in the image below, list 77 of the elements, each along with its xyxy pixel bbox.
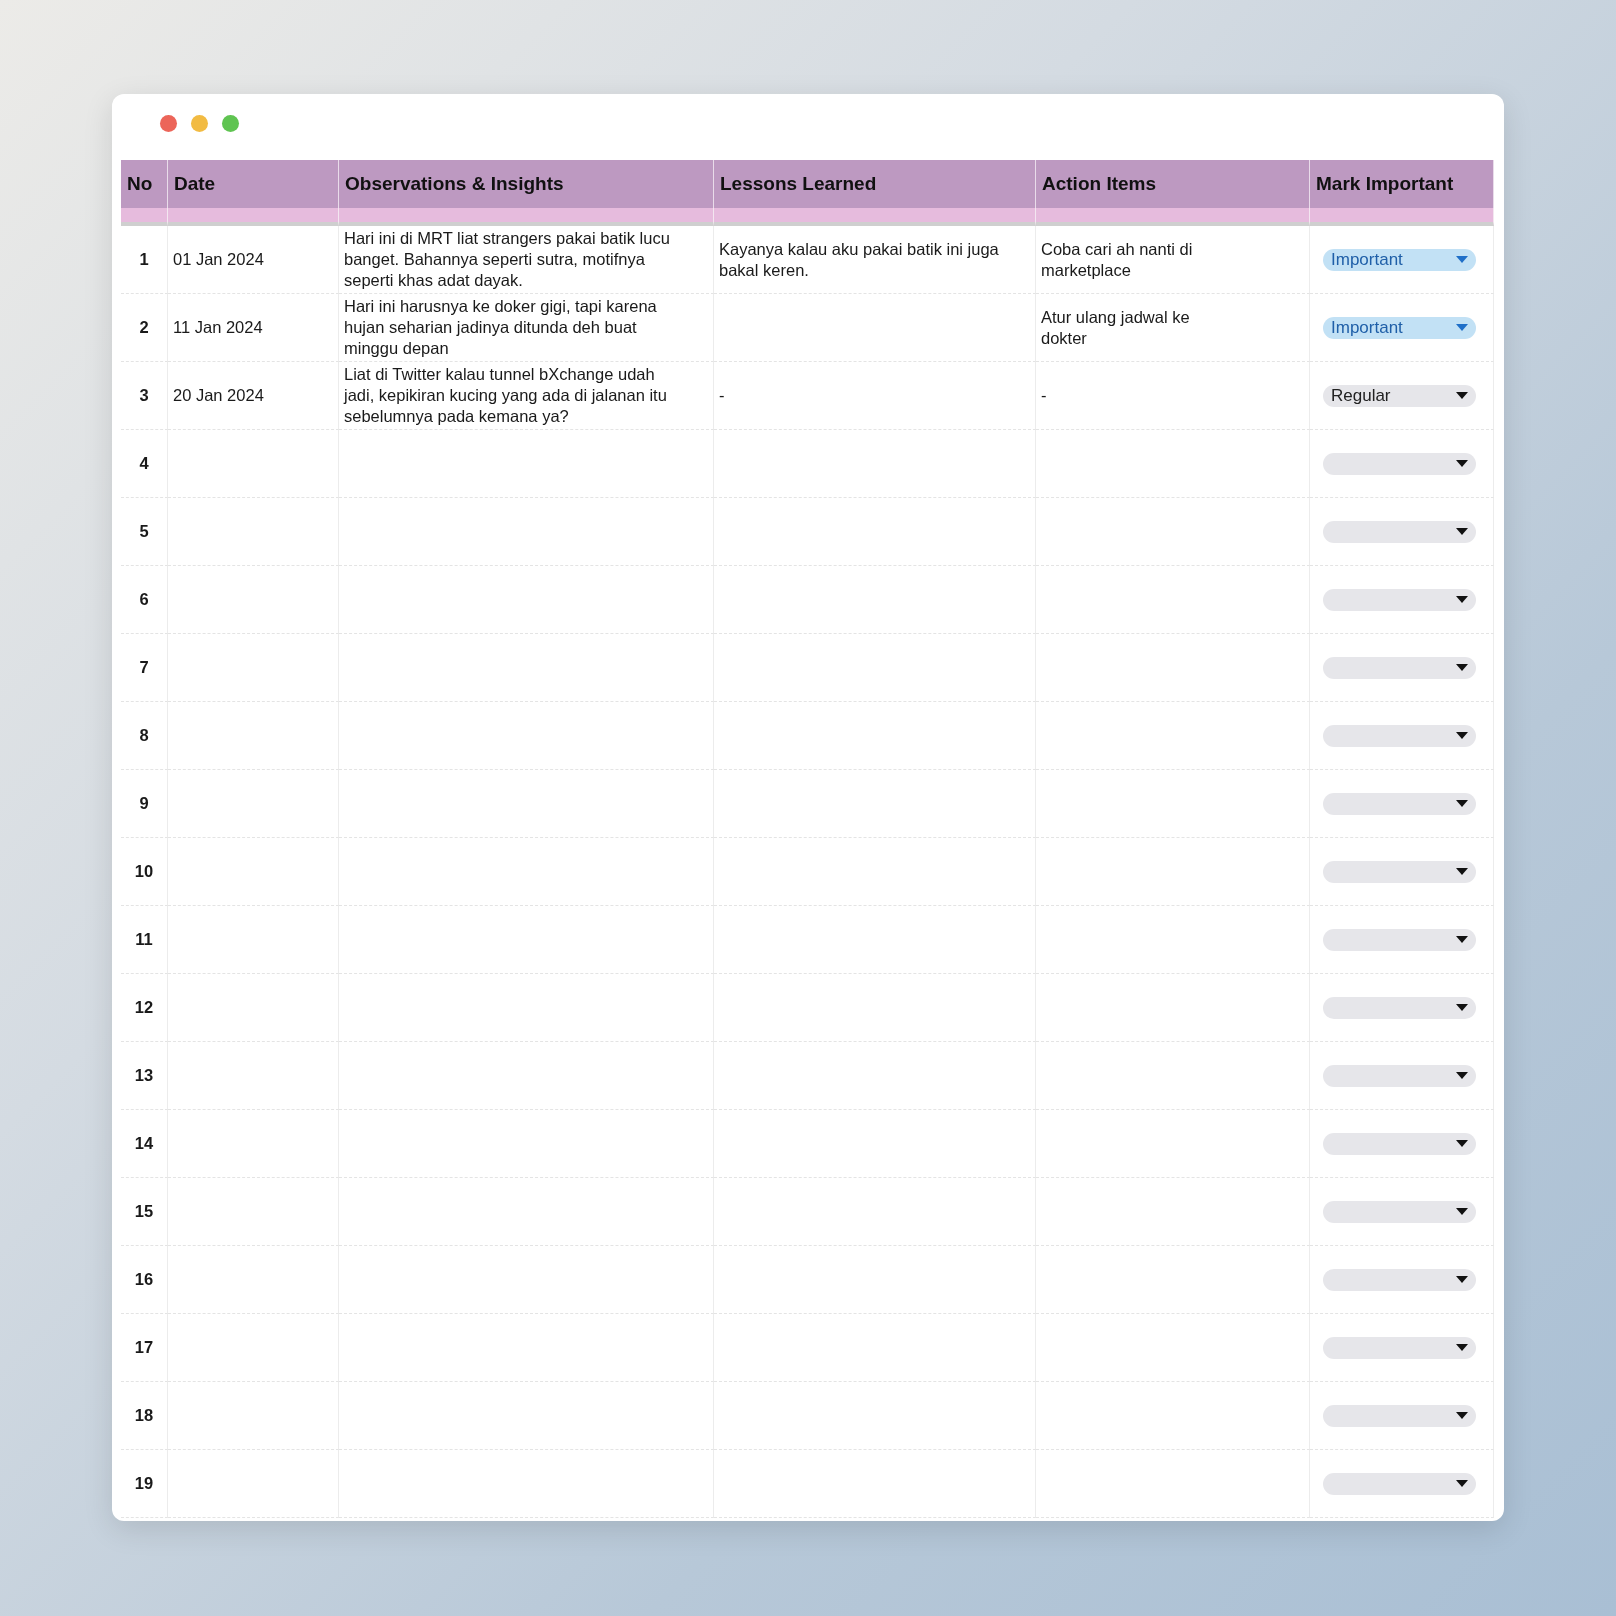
row-number: 11 <box>121 906 168 974</box>
caret-icon <box>1456 460 1468 467</box>
caret-icon <box>1456 392 1468 399</box>
caret-icon <box>1456 1344 1468 1351</box>
caret-icon <box>1456 1412 1468 1419</box>
importance-dropdown[interactable] <box>1323 724 1476 747</box>
importance-dropdown[interactable] <box>1323 1472 1476 1495</box>
row-number: 14 <box>121 1110 168 1178</box>
row-number: 16 <box>121 1246 168 1314</box>
caret-icon <box>1456 800 1468 807</box>
table-cell: Kayanya kalau aku pakai batik ini juga bakal keren. <box>714 226 1036 294</box>
importance-dropdown[interactable]: Important <box>1323 316 1476 339</box>
zoom-button[interactable] <box>222 114 239 132</box>
table-cell: Hari ini harusnya ke doker gigi, tapi karena hujan seharian jadinya ditunda deh buat minggu depan <box>339 294 714 362</box>
caret-icon <box>1456 1072 1468 1079</box>
row-number: 3 <box>121 362 168 430</box>
importance-dropdown[interactable] <box>1323 1268 1476 1291</box>
column-header: Mark Important <box>1310 160 1494 208</box>
importance-dropdown[interactable] <box>1323 588 1476 611</box>
row-number: 10 <box>121 838 168 906</box>
importance-dropdown[interactable] <box>1323 860 1476 883</box>
column-header: Lessons Learned <box>714 160 1036 208</box>
row-number: 17 <box>121 1314 168 1382</box>
row-number: 6 <box>121 566 168 634</box>
table-cell: Atur ulang jadwal ke dokter <box>1036 294 1310 362</box>
row-number: 5 <box>121 498 168 566</box>
row-number: 1 <box>121 226 168 294</box>
column-header: No <box>121 160 168 208</box>
caret-icon <box>1456 1004 1468 1011</box>
caret-icon <box>1456 324 1468 331</box>
row-number: 2 <box>121 294 168 362</box>
importance-dropdown[interactable] <box>1323 1336 1476 1359</box>
caret-icon <box>1456 1140 1468 1147</box>
table-cell: Coba cari ah nanti di marketplace <box>1036 226 1310 294</box>
row-number: 18 <box>121 1382 168 1450</box>
table-cell: 01 Jan 2024 <box>168 226 339 294</box>
row-number: 4 <box>121 430 168 498</box>
column-header: Observations & Insights <box>339 160 714 208</box>
close-button[interactable] <box>160 114 177 132</box>
table-cell: Liat di Twitter kalau tunnel bXchange udah jadi, kepikiran kucing yang ada di jalanan itu sebelumnya pada kemana ya? <box>339 362 714 430</box>
caret-icon <box>1456 1480 1468 1487</box>
importance-dropdown[interactable]: Important <box>1323 248 1476 271</box>
caret-icon <box>1456 868 1468 875</box>
caret-icon <box>1456 664 1468 671</box>
row-number: 12 <box>121 974 168 1042</box>
table-cell: 20 Jan 2024 <box>168 362 339 430</box>
row-number: 8 <box>121 702 168 770</box>
caret-icon <box>1456 528 1468 535</box>
importance-dropdown[interactable] <box>1323 452 1476 475</box>
importance-dropdown[interactable] <box>1323 996 1476 1019</box>
caret-icon <box>1456 256 1468 263</box>
column-header: Action Items <box>1036 160 1310 208</box>
importance-dropdown[interactable] <box>1323 1200 1476 1223</box>
importance-dropdown[interactable] <box>1323 792 1476 815</box>
table-cell: 11 Jan 2024 <box>168 294 339 362</box>
table-cell: - <box>1036 362 1310 430</box>
row-number: 13 <box>121 1042 168 1110</box>
minimize-button[interactable] <box>191 114 208 132</box>
caret-icon <box>1456 1208 1468 1215</box>
row-number: 7 <box>121 634 168 702</box>
importance-dropdown[interactable] <box>1323 928 1476 951</box>
caret-icon <box>1456 732 1468 739</box>
importance-dropdown[interactable] <box>1323 656 1476 679</box>
row-number: 19 <box>121 1450 168 1518</box>
importance-dropdown[interactable] <box>1323 520 1476 543</box>
row-number: 9 <box>121 770 168 838</box>
importance-dropdown[interactable] <box>1323 1404 1476 1427</box>
row-number: 15 <box>121 1178 168 1246</box>
caret-icon <box>1456 936 1468 943</box>
caret-icon <box>1456 596 1468 603</box>
importance-dropdown[interactable] <box>1323 1132 1476 1155</box>
caret-icon <box>1456 1276 1468 1283</box>
importance-dropdown[interactable] <box>1323 1064 1476 1087</box>
column-header: Date <box>168 160 339 208</box>
table-cell: - <box>714 362 1036 430</box>
table-cell: Hari ini di MRT liat strangers pakai batik lucu banget. Bahannya seperti sutra, motifnya seperti khas adat dayak. <box>339 226 714 294</box>
importance-dropdown[interactable]: Regular <box>1323 384 1476 407</box>
